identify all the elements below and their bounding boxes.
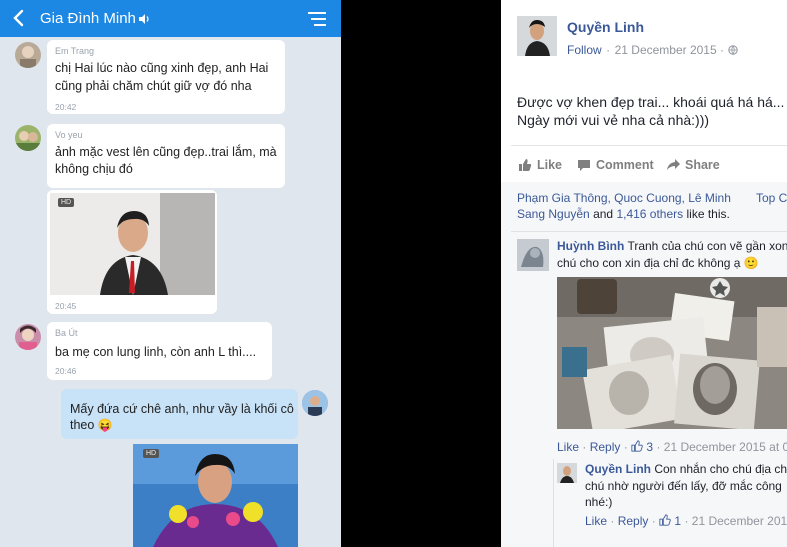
top-comments-link[interactable]: Top C: [756, 191, 787, 205]
sender-name: Vo yeu: [55, 130, 83, 140]
sender-name: Ba Út: [55, 328, 78, 338]
chat-header: Gia Đình Minh: [0, 0, 341, 37]
message-time: 20:45: [55, 301, 77, 311]
message-text: không chịu đó: [55, 162, 133, 176]
divider: [511, 145, 787, 146]
message-text: cũng phải chăm chút giữ vợ đó nha: [55, 79, 252, 93]
separator-dot: ·: [651, 514, 656, 528]
speaker-icon: [139, 14, 149, 24]
thumbs-up-icon: [659, 514, 671, 526]
post-meta: Follow · 21 December 2015 ·: [567, 41, 739, 59]
back-arrow-icon[interactable]: [10, 9, 28, 27]
post-text-line: Ngày mới vui vẻ nha cả nhà:))): [517, 112, 710, 128]
reply-text: chú nhờ người đến lấy, đỡ mắc công: [585, 479, 782, 493]
thumbs-up-icon: [631, 440, 643, 452]
comment-line: Huỳnh Bình Tranh của chú con vẽ gần xon: [557, 238, 787, 255]
likes-names[interactable]: Phạm Gia Thông, Quoc Cuong, Lê Minh: [517, 191, 731, 205]
chat-title: Gia Đình Minh: [40, 10, 136, 27]
message-text: chị Hai lúc nào cũng xinh đẹp, anh Hai: [55, 61, 269, 75]
photo-man-in-costume[interactable]: [133, 444, 298, 547]
own-avatar[interactable]: [302, 390, 328, 416]
share-icon: [667, 159, 680, 170]
message-text: theo: [70, 418, 95, 432]
globe-icon: [728, 45, 739, 55]
avatar[interactable]: [15, 125, 41, 151]
message-time: 20:42: [55, 102, 77, 112]
likes-suffix: like this.: [683, 207, 730, 221]
menu-icon[interactable]: [307, 10, 327, 28]
reply-actions: Like · Reply · 1 · 21 December 2015: [585, 514, 787, 528]
message-text: ba mẹ con lung linh, còn anh L thì....: [55, 345, 257, 359]
comment-text: Tranh của chú con vẽ gần xon: [627, 239, 787, 253]
separator-dot: ·: [623, 440, 628, 454]
comment-line: chú cho con xin địa chỉ đc không ạ 🙂: [557, 255, 759, 272]
hd-badge: HD: [143, 449, 160, 458]
message-text: ảnh mặc vest lên cũng đẹp..trai lắm, mà: [55, 145, 277, 159]
reply-text: Con nhắn cho chú địa ch: [654, 462, 787, 476]
photo-man-in-suit[interactable]: [50, 193, 215, 295]
facebook-post: Quyền Linh Follow · 21 December 2015 · Đ…: [501, 0, 787, 547]
emoji-tongue: 😝: [97, 418, 113, 432]
comment-photo-drawings[interactable]: [557, 277, 787, 429]
thumbs-up-icon: [519, 159, 532, 171]
reply-author-name[interactable]: Quyền Linh: [585, 462, 651, 476]
message-text-line: theo 😝: [70, 416, 113, 434]
avatar[interactable]: [15, 324, 41, 350]
reply-line: Quyền Linh Con nhắn cho chú địa ch: [585, 461, 787, 478]
hd-badge: HD: [58, 198, 75, 207]
chat-panel: Gia Đình Minh Em Trang chị Hai lúc nào c…: [0, 0, 341, 547]
comment-date[interactable]: · 21 December 2015 at 0: [656, 440, 787, 454]
sender-name: Em Trang: [55, 46, 95, 56]
comment-reply-button[interactable]: Reply: [590, 440, 621, 454]
liker-name[interactable]: Sang Nguyễn: [517, 207, 590, 221]
smile-emoji: 🙂: [743, 256, 759, 270]
comment-like-button[interactable]: Like: [557, 440, 579, 454]
comment-icon: [578, 160, 590, 171]
comment-actions: Like · Reply · 3 · 21 December 2015 at 0: [557, 440, 787, 454]
reply-reply-button[interactable]: Reply: [618, 514, 649, 528]
message-time: 20:46: [55, 366, 77, 376]
separator-dot: ·: [606, 43, 611, 57]
author-name[interactable]: Quyền Linh: [567, 19, 644, 35]
reply-like-button[interactable]: Like: [585, 514, 607, 528]
reply-author-avatar[interactable]: [557, 463, 577, 483]
commenter-avatar[interactable]: [517, 239, 549, 271]
reply-date[interactable]: · 21 December 2015: [684, 514, 787, 528]
like-button[interactable]: Like: [537, 158, 562, 172]
avatar[interactable]: [15, 42, 41, 68]
comment-like-count[interactable]: 3: [646, 440, 653, 454]
likes-and: and: [589, 207, 617, 221]
comment-button[interactable]: Comment: [596, 158, 654, 172]
others-link[interactable]: 1,416 others: [616, 207, 683, 221]
separator-dot: ·: [610, 514, 615, 528]
likes-summary: Sang Nguyễn and 1,416 others like this.: [517, 207, 730, 221]
reply-like-count[interactable]: 1: [674, 514, 681, 528]
post-date[interactable]: 21 December 2015 ·: [615, 43, 724, 57]
share-button[interactable]: Share: [685, 158, 720, 172]
comment-text: chú cho con xin địa chỉ đc không ạ: [557, 256, 741, 270]
reply-text: nhé:): [585, 495, 613, 509]
separator-dot: ·: [582, 440, 587, 454]
follow-link[interactable]: Follow: [567, 43, 602, 57]
reply-thread-line: [553, 459, 554, 547]
post-text-line: Được vợ khen đẹp trai... khoái quá há há…: [517, 94, 785, 110]
divider: [511, 231, 787, 232]
author-avatar[interactable]: [517, 16, 557, 56]
commenter-name[interactable]: Huỳnh Bình: [557, 239, 624, 253]
